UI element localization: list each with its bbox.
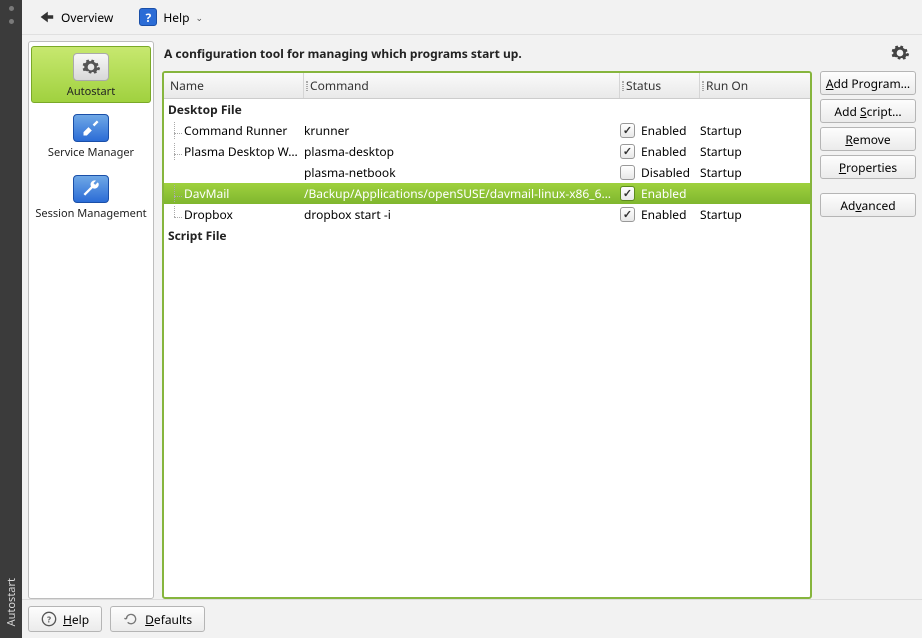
- cell-status: Disabled: [620, 164, 700, 181]
- cell-command: dropbox start -i: [304, 206, 620, 223]
- settings-gear-button[interactable]: [890, 43, 910, 63]
- table-body: Desktop File Command RunnerkrunnerEnable…: [164, 99, 810, 597]
- help-menu-button[interactable]: ? Help ⌄: [130, 4, 212, 30]
- overview-label: Overview: [61, 9, 113, 26]
- enabled-checkbox[interactable]: [620, 123, 635, 138]
- add-program-button[interactable]: Add Program…: [820, 71, 916, 95]
- action-buttons: Add Program… Add Script… Remove Properti…: [820, 71, 916, 599]
- group-script-file[interactable]: Script File: [164, 225, 810, 246]
- reset-icon: [123, 611, 139, 627]
- sidebar-item-service-manager[interactable]: Service Manager: [31, 107, 151, 164]
- group-desktop-file[interactable]: Desktop File: [164, 99, 810, 120]
- cell-runon[interactable]: Startup: [700, 122, 810, 139]
- page-title: A configuration tool for managing which …: [164, 45, 522, 62]
- help-label: Help: [163, 9, 189, 26]
- defaults-button[interactable]: Defaults: [110, 606, 205, 632]
- cell-runon[interactable]: Startup: [700, 164, 810, 181]
- toolbar: Overview ? Help ⌄: [22, 0, 922, 35]
- side-strip-label: Autostart: [4, 578, 19, 626]
- table-row[interactable]: DavMail/Backup/Applications/openSUSE/dav…: [164, 183, 810, 204]
- help-icon: ?: [139, 8, 157, 26]
- wrench-icon: [73, 175, 109, 203]
- cell-runon[interactable]: Startup: [700, 206, 810, 223]
- autostart-table[interactable]: Name Command Status Run On Desktop File …: [162, 71, 812, 599]
- column-header-command[interactable]: Command: [304, 73, 620, 98]
- dot-icon: [9, 19, 14, 24]
- cell-name: Dropbox: [164, 206, 304, 223]
- cell-name: DavMail: [164, 185, 304, 202]
- window: Overview ? Help ⌄ Autostart: [22, 0, 922, 638]
- cell-command: plasma-desktop: [304, 143, 620, 160]
- column-header-name[interactable]: Name: [164, 73, 304, 98]
- add-script-button[interactable]: Add Script…: [820, 99, 916, 123]
- cell-command: /Backup/Applications/openSUSE/davmail-li…: [304, 185, 620, 202]
- tools-icon: [73, 114, 109, 142]
- table-row[interactable]: Plasma Desktop W…plasma-desktopEnabledSt…: [164, 141, 810, 162]
- gear-icon: [73, 53, 109, 81]
- back-arrow-icon: [37, 8, 55, 26]
- remove-button[interactable]: Remove: [820, 127, 916, 151]
- sidebar-item-session-management[interactable]: Session Management: [31, 168, 151, 225]
- cell-status: Enabled: [620, 185, 700, 202]
- table-row[interactable]: Command RunnerkrunnerEnabledStartup: [164, 120, 810, 141]
- properties-button[interactable]: Properties: [820, 155, 916, 179]
- cell-status: Enabled: [620, 122, 700, 139]
- help-button[interactable]: ? Help: [28, 606, 102, 632]
- footer: ? Help Defaults: [22, 599, 922, 638]
- sidebar-item-label: Service Manager: [48, 146, 134, 159]
- table-row[interactable]: plasma-netbookDisabledStartup: [164, 162, 810, 183]
- cell-status: Enabled: [620, 206, 700, 223]
- svg-text:?: ?: [47, 614, 51, 625]
- enabled-checkbox[interactable]: [620, 207, 635, 222]
- dot-icon: [9, 6, 14, 11]
- table-row[interactable]: Dropboxdropbox start -iEnabledStartup: [164, 204, 810, 225]
- advanced-button[interactable]: Advanced: [820, 193, 916, 217]
- cell-command: krunner: [304, 122, 620, 139]
- category-sidebar: Autostart Service Manager Session Manage…: [28, 41, 154, 599]
- enabled-checkbox[interactable]: [620, 144, 635, 159]
- column-header-status[interactable]: Status: [620, 73, 700, 98]
- enabled-checkbox[interactable]: [620, 165, 635, 180]
- cell-command: plasma-netbook: [304, 164, 620, 181]
- overview-button[interactable]: Overview: [28, 4, 122, 30]
- sidebar-item-autostart[interactable]: Autostart: [31, 46, 151, 103]
- chevron-down-icon: ⌄: [196, 11, 204, 24]
- help-icon: ?: [41, 611, 57, 627]
- cell-status: Enabled: [620, 143, 700, 160]
- sidebar-item-label: Session Management: [35, 207, 146, 220]
- sidebar-item-label: Autostart: [67, 85, 115, 98]
- table-header: Name Command Status Run On: [164, 73, 810, 99]
- enabled-checkbox[interactable]: [620, 186, 635, 201]
- cell-name: Command Runner: [164, 122, 304, 139]
- cell-runon[interactable]: Startup: [700, 143, 810, 160]
- window-side-strip: Autostart: [0, 0, 22, 638]
- column-header-runon[interactable]: Run On: [700, 73, 810, 98]
- cell-name: Plasma Desktop W…: [164, 143, 304, 160]
